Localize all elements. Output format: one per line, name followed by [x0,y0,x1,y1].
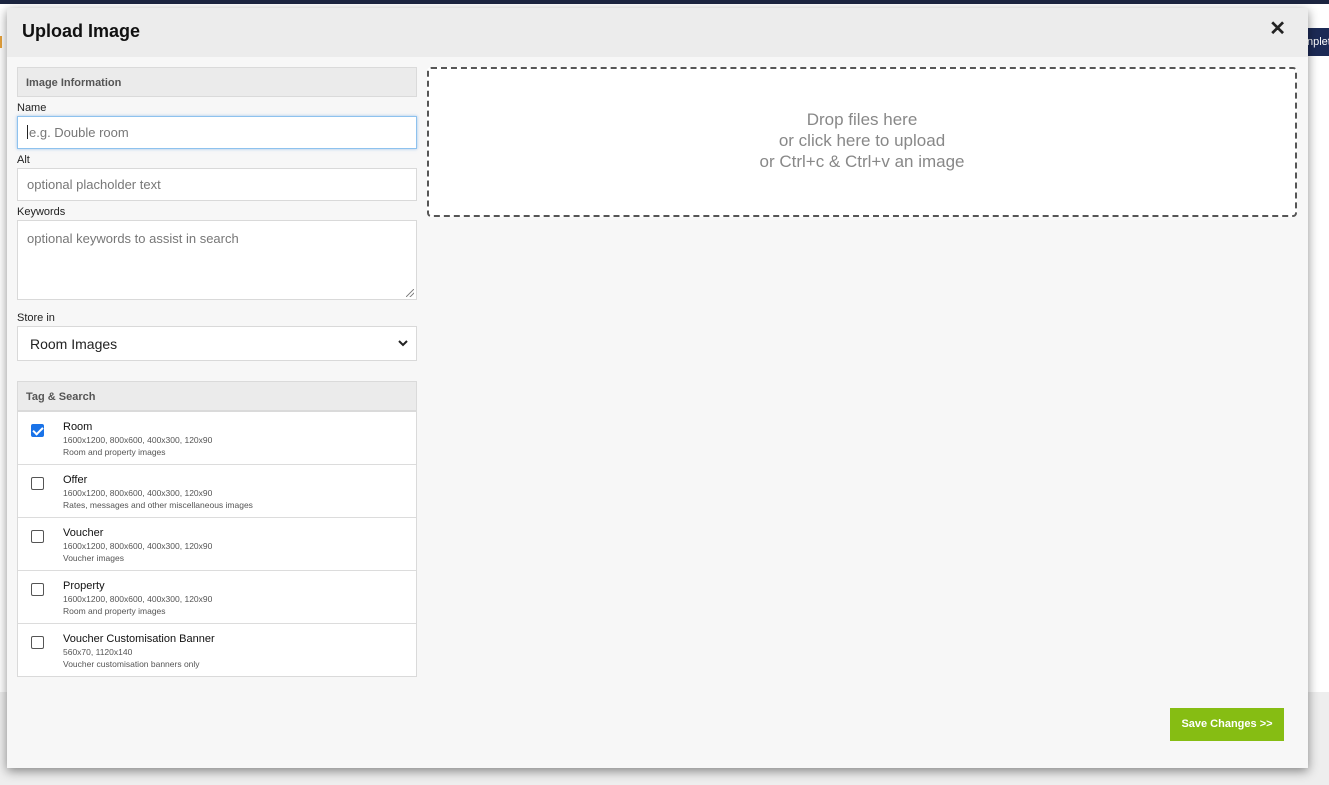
name-label: Name [17,102,47,114]
tag-search-heading: Tag & Search [17,381,417,411]
dropzone-line-paste: or Ctrl+c & Ctrl+v an image [759,152,965,171]
file-dropzone[interactable]: Drop files here or click here to upload … [427,67,1297,217]
modal-title: Upload Image [22,21,141,41]
close-icon: ✕ [1269,18,1286,40]
tag-name: Voucher [63,527,104,539]
tag-item-room: Room 1600x1200, 800x600, 400x300, 120x90… [18,411,416,464]
alt-placeholder: optional placholder text [27,177,161,192]
alt-label: Alt [17,154,30,166]
tag-description: Room and property images [63,447,166,457]
name-placeholder: e.g. Double room [29,125,129,140]
chevron-down-icon [398,340,408,347]
alt-input[interactable]: optional placholder text [17,168,417,201]
tag-name: Offer [63,474,88,486]
background-left-marker [0,36,6,48]
image-information-heading: Image Information [17,67,417,97]
tag-sizes: 1600x1200, 800x600, 400x300, 120x90 [63,435,213,445]
tag-name: Property [63,580,105,592]
dropzone-line-click: or click here to upload [778,131,946,150]
store-in-label: Store in [17,312,55,324]
keywords-label: Keywords [17,206,66,218]
name-input[interactable]: e.g. Double room [17,116,417,149]
modal-header: Upload Image ✕ [7,8,1308,57]
tag-checkbox-property[interactable] [31,583,44,596]
resize-grip-icon[interactable] [406,289,414,297]
tag-item-offer: Offer 1600x1200, 800x600, 400x300, 120x9… [18,464,416,517]
tag-item-voucher-customisation-banner: Voucher Customisation Banner 560x70, 112… [18,623,416,676]
background-complete-button: nplet [1305,28,1329,56]
tag-description: Voucher customisation banners only [63,659,200,669]
tag-name: Room [63,421,93,433]
tag-description: Voucher images [63,553,124,563]
tag-checkbox-offer[interactable] [31,477,44,490]
store-in-value: Room Images [30,336,118,352]
tag-item-property: Property 1600x1200, 800x600, 400x300, 12… [18,570,416,623]
close-button[interactable]: ✕ [1269,19,1286,39]
text-caret [27,125,28,139]
tag-sizes: 1600x1200, 800x600, 400x300, 120x90 [63,488,213,498]
upload-image-modal: Upload Image ✕ Image Information Name e.… [7,8,1308,768]
save-changes-button[interactable]: Save Changes >> [1170,708,1284,741]
tag-sizes: 1600x1200, 800x600, 400x300, 120x90 [63,594,213,604]
tag-item-voucher: Voucher 1600x1200, 800x600, 400x300, 120… [18,517,416,570]
tag-sizes: 1600x1200, 800x600, 400x300, 120x90 [63,541,213,551]
image-form: Image Information Name e.g. Double room … [17,67,417,677]
tag-description: Room and property images [63,606,166,616]
store-in-select[interactable]: Room Images [17,326,417,361]
tag-checkbox-voucher-customisation-banner[interactable] [31,636,44,649]
tag-list: Room 1600x1200, 800x600, 400x300, 120x90… [17,411,417,677]
tag-description: Rates, messages and other miscellaneous … [63,500,253,510]
tag-name: Voucher Customisation Banner [63,633,215,645]
tag-sizes: 560x70, 1120x140 [63,647,133,657]
keywords-placeholder: optional keywords to assist in search [27,231,239,246]
dropzone-line-drop: Drop files here [806,110,918,129]
tag-checkbox-voucher[interactable] [31,530,44,543]
keywords-textarea[interactable]: optional keywords to assist in search [17,220,417,300]
tag-checkbox-room[interactable] [31,424,44,437]
